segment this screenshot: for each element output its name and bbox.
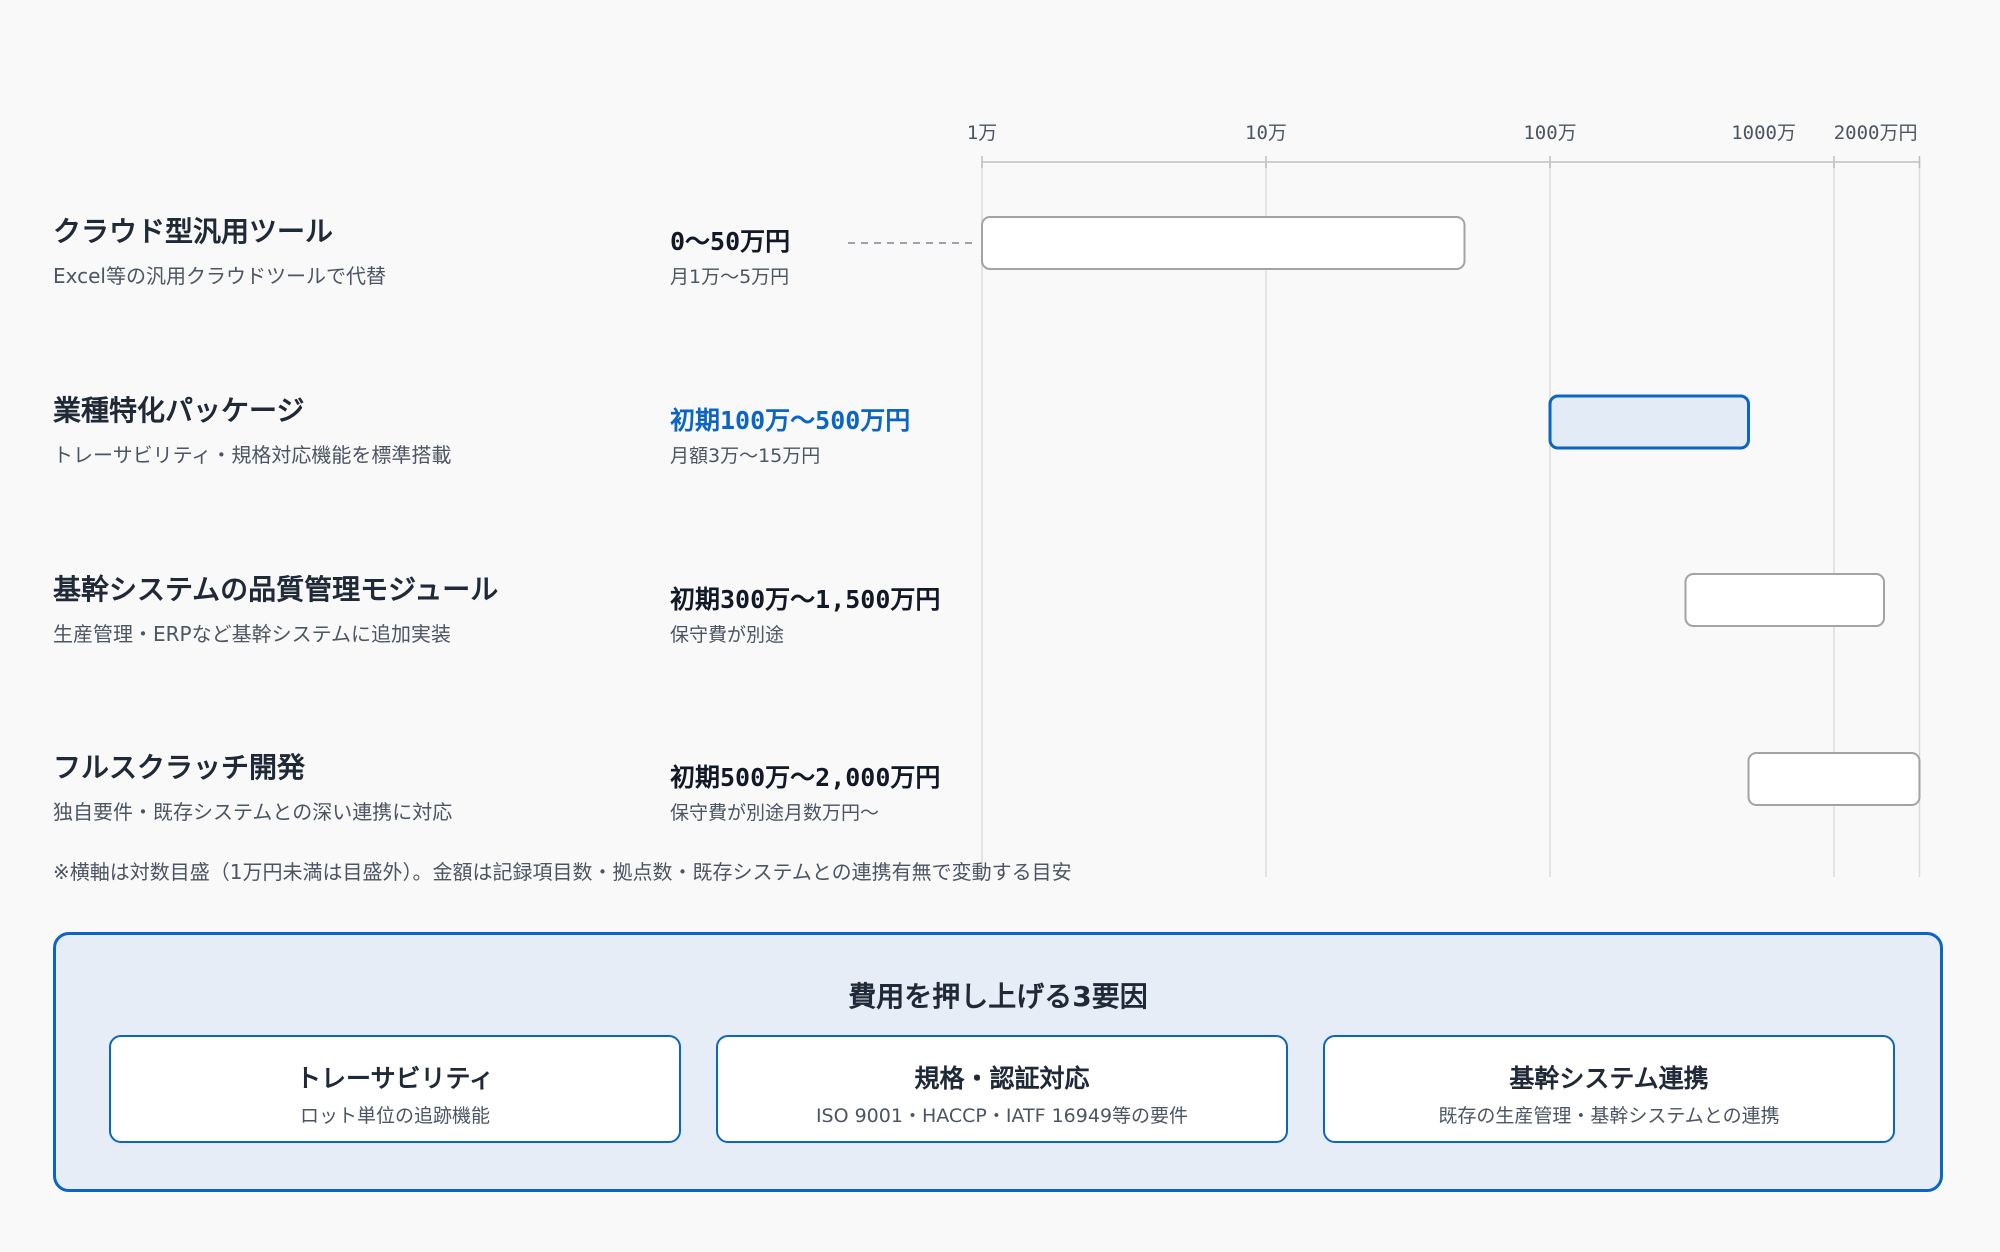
factor-title: 規格・認証対応	[914, 1064, 1090, 1093]
row-price: 初期300万〜1,500万円	[670, 585, 941, 614]
row-description: トレーサビリティ・規格対応機能を標準搭載	[53, 443, 452, 467]
factor-card-certification: 規格・認証対応 ISO 9001・HACCP・IATF 16949等の要件	[716, 1035, 1288, 1143]
factor-title: トレーサビリティ	[295, 1064, 494, 1093]
row-price: 初期500万〜2,000万円	[670, 763, 941, 792]
tick-label: 10万	[1245, 122, 1287, 144]
chart-row-core-system-module: 基幹システムの品質管理モジュール 生産管理・ERPなど基幹システムに追加実装 初…	[0, 568, 2000, 688]
row-price: 0〜50万円	[670, 227, 791, 256]
row-title: 業種特化パッケージ	[53, 394, 305, 427]
row-description: Excel等の汎用クラウドツールで代替	[53, 264, 386, 288]
row-price-note: 月額3万〜15万円	[670, 445, 821, 467]
row-title: フルスクラッチ開発	[53, 751, 306, 784]
row-description: 生産管理・ERPなど基幹システムに追加実装	[53, 622, 451, 646]
chart-row-industry-package: 業種特化パッケージ トレーサビリティ・規格対応機能を標準搭載 初期100万〜50…	[0, 389, 2000, 509]
chart-row-full-scratch: フルスクラッチ開発 独自要件・既存システムとの深い連携に対応 初期500万〜2,…	[0, 746, 2000, 866]
factors-title: 費用を押し上げる3要因	[848, 980, 1148, 1013]
row-price-note: 保守費が別途月数万円〜	[670, 802, 880, 824]
row-title: 基幹システムの品質管理モジュール	[53, 573, 499, 606]
tick-label: 1000万	[1731, 122, 1796, 144]
cost-range-chart: 1万 10万 100万 1000万 2000万円 クラウド型汎用ツール Excel等の汎…	[0, 0, 2000, 900]
row-price: 初期100万〜500万円	[670, 406, 911, 435]
tick-label: 100万	[1523, 122, 1576, 144]
row-description: 独自要件・既存システムとの深い連携に対応	[53, 800, 453, 824]
factor-card-core-integration: 基幹システム連携 既存の生産管理・基幹システムとの連携	[1323, 1035, 1895, 1143]
tick-label: 2000万円	[1834, 122, 1918, 144]
row-price-note: 月1万〜5万円	[670, 266, 790, 288]
factor-description: ロット単位の追跡機能	[299, 1105, 490, 1127]
chart-footnote: ※横軸は対数目盛（1万円未満は目盛外）。金額は記録項目数・拠点数・既存システムと…	[53, 860, 1072, 884]
tick-label: 1万	[967, 122, 997, 144]
factor-title: 基幹システム連携	[1509, 1064, 1709, 1093]
row-title: クラウド型汎用ツール	[53, 215, 334, 248]
row-price-note: 保守費が別途	[670, 624, 785, 646]
factor-description: ISO 9001・HACCP・IATF 16949等の要件	[815, 1105, 1189, 1127]
chart-row-cloud-tool: クラウド型汎用ツール Excel等の汎用クラウドツールで代替 0〜50万円 月1…	[0, 210, 2000, 330]
factor-card-traceability: トレーサビリティ ロット単位の追跡機能	[109, 1035, 681, 1143]
factor-description: 既存の生産管理・基幹システムとの連携	[1438, 1105, 1780, 1127]
cost-factors-panel: 費用を押し上げる3要因 トレーサビリティ ロット単位の追跡機能 規格・認証対応 …	[53, 932, 1943, 1192]
